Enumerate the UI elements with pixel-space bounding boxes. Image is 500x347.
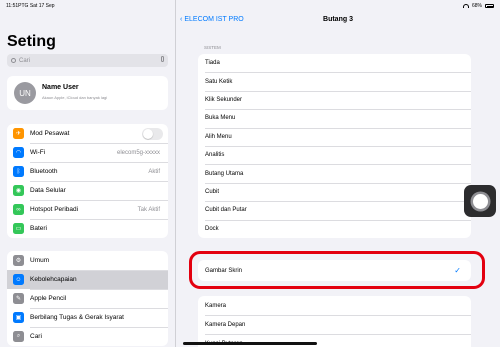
sidebar-item-label: Mod Pesawat — [30, 130, 70, 137]
sidebar-item-label: Wi-Fi — [30, 149, 46, 156]
list-item[interactable]: Alih Menu — [198, 127, 471, 146]
status-time: 11:51PTG Sat 17 Sep — [6, 3, 55, 9]
sidebar-item-value: Aktif — [148, 168, 160, 175]
search-icon: ⌕ — [13, 331, 24, 342]
action-list-more: Kamera Kamera Depan Kunci Putaran — [198, 296, 471, 347]
sidebar-item-label: Kebolehcapaian — [30, 276, 77, 283]
settings-group-connectivity: ✈ Mod Pesawat ◠ Wi-Fi elecom5g-xxxxx ᛒ B… — [7, 124, 168, 238]
assistive-touch-icon — [472, 193, 488, 209]
multitask-icon: ▣ — [13, 312, 24, 323]
highlight-annotation — [189, 251, 485, 289]
list-item[interactable]: Klik Sekunder — [198, 90, 471, 109]
cellular-icon: ◉ — [13, 185, 24, 196]
list-item[interactable]: Satu Ketik — [198, 72, 471, 90]
status-right: 68% — [462, 3, 494, 9]
accessibility-icon: ☺ — [13, 274, 24, 285]
sidebar-item-general[interactable]: ⚙ Umum — [7, 251, 168, 270]
list-item[interactable]: Buka Menu — [198, 109, 471, 127]
list-item[interactable]: Cubit dan Putar — [198, 201, 471, 219]
search-placeholder: Cari — [19, 57, 31, 64]
list-item[interactable]: Butang Utama — [198, 164, 471, 182]
detail-pane: ‹ ELECOM IST PRO Butang 3 SISTEM Tiada S… — [176, 0, 500, 347]
sidebar-item-label: Bluetooth — [30, 168, 58, 175]
settings-group-general: ⚙ Umum ☺ Kebolehcapaian ✎ Apple Pencil ▣… — [7, 251, 168, 346]
battery-icon — [485, 4, 494, 8]
nav-bar: ‹ ELECOM IST PRO Butang 3 — [176, 12, 500, 30]
sidebar-item-cellular[interactable]: ◉ Data Selular — [7, 181, 168, 200]
bluetooth-icon: ᛒ — [13, 166, 24, 177]
list-item[interactable]: Cubit — [198, 182, 471, 201]
action-list: Tiada Satu Ketik Klik Sekunder Buka Menu… — [198, 54, 471, 238]
search-icon — [11, 58, 16, 63]
list-item[interactable]: Kamera — [198, 296, 471, 315]
sidebar-item-label: Berbilang Tugas & Gerak Isyarat — [30, 314, 124, 321]
user-subtitle: Akaun Apple, iCloud dan banyak lagi — [42, 95, 108, 100]
sidebar-item-label: Cari — [30, 333, 42, 340]
sidebar-item-multitasking[interactable]: ▣ Berbilang Tugas & Gerak Isyarat — [7, 308, 168, 327]
sidebar-item-wifi[interactable]: ◠ Wi-Fi elecom5g-xxxxx — [7, 143, 168, 162]
airplane-mode-toggle[interactable] — [142, 127, 163, 140]
airplane-icon: ✈ — [13, 128, 24, 139]
sidebar-item-apple-pencil[interactable]: ✎ Apple Pencil — [7, 289, 168, 308]
assistive-touch-button[interactable] — [464, 185, 496, 217]
status-bar: 11:51PTG Sat 17 Sep 68% — [0, 0, 500, 12]
sidebar-item-battery[interactable]: ▭ Bateri — [7, 219, 168, 238]
sidebar-item-label: Apple Pencil — [30, 295, 67, 302]
sidebar-item-label: Bateri — [30, 225, 47, 232]
list-item[interactable]: Kamera Depan — [198, 315, 471, 334]
wifi-status-icon — [462, 4, 469, 8]
sidebar-item-hotspot[interactable]: ∞ Hotspot Peribadi Tak Aktif — [7, 200, 168, 219]
wifi-icon: ◠ — [13, 147, 24, 158]
sidebar-title: Seting — [7, 33, 56, 50]
home-indicator[interactable] — [183, 342, 317, 345]
battery-percent: 68% — [471, 3, 482, 9]
sidebar-item-value: elecom5g-xxxxx — [116, 149, 160, 156]
hotspot-icon: ∞ — [13, 204, 24, 215]
search-field[interactable]: Cari — [7, 54, 168, 67]
avatar: UN — [14, 82, 36, 104]
sidebar-item-airplane-mode[interactable]: ✈ Mod Pesawat — [7, 124, 168, 143]
sidebar-item-label: Hotspot Peribadi — [30, 206, 79, 213]
microphone-icon[interactable] — [161, 56, 164, 62]
page-title: Butang 3 — [323, 16, 353, 23]
sidebar-item-accessibility[interactable]: ☺ Kebolehcapaian — [7, 270, 168, 289]
list-item[interactable]: Tiada — [198, 54, 471, 72]
apple-id-card[interactable]: UN Name User Akaun Apple, iCloud dan ban… — [7, 76, 168, 110]
list-item[interactable]: Analitis — [198, 145, 471, 164]
sidebar-item-search[interactable]: ⌕ Cari — [7, 327, 168, 346]
user-name: Name User — [42, 84, 79, 91]
section-header: SISTEM — [204, 45, 221, 50]
sidebar-item-label: Umum — [30, 257, 50, 264]
battery-icon: ▭ — [13, 223, 24, 234]
gear-icon: ⚙ — [13, 255, 24, 266]
list-item[interactable]: Kunci Putaran — [198, 334, 471, 347]
settings-sidebar: Seting Cari UN Name User Akaun Apple, iC… — [0, 0, 176, 347]
list-item[interactable]: Dock — [198, 219, 471, 238]
sidebar-item-value: Tak Aktif — [137, 206, 160, 213]
pencil-icon: ✎ — [13, 293, 24, 304]
sidebar-item-bluetooth[interactable]: ᛒ Bluetooth Aktif — [7, 162, 168, 181]
sidebar-item-label: Data Selular — [30, 187, 66, 194]
